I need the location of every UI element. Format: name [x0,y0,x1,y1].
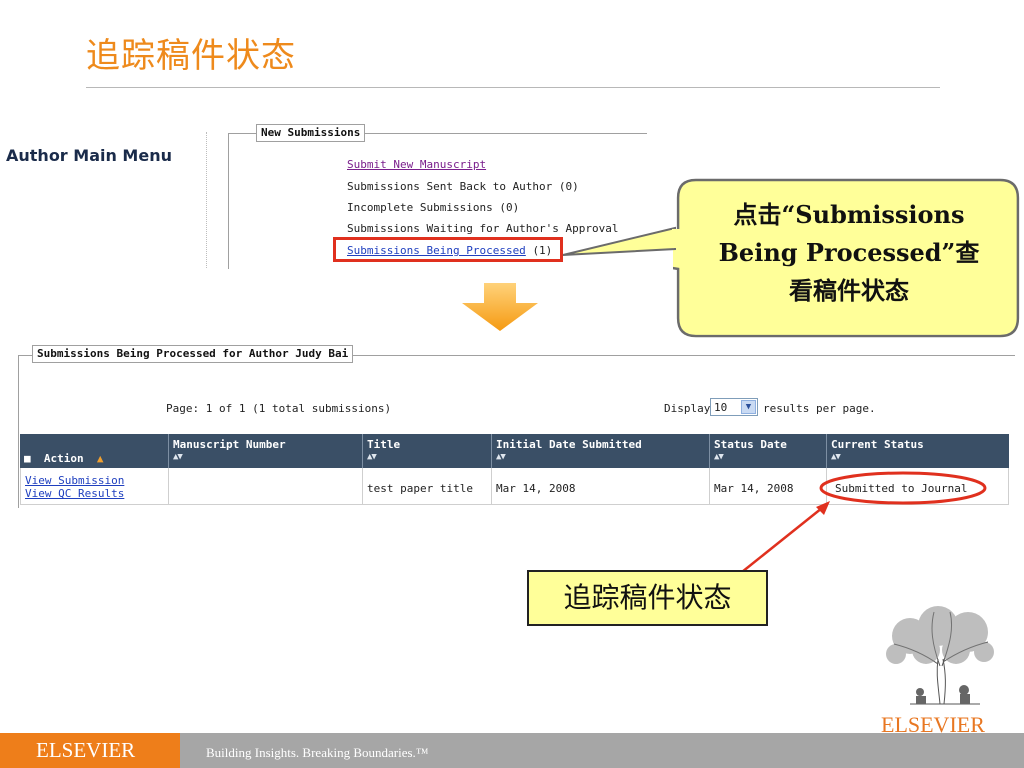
results-per-page-value: 10 [714,401,728,414]
view-submission-link[interactable]: View Submission [25,474,124,487]
sort-icon[interactable]: ▲▼ [714,452,724,462]
column-header-title[interactable]: Title ▲▼ [362,434,491,468]
column-header-action[interactable]: ■ Action ▲ [20,434,168,468]
sent-back-to-author-item: Submissions Sent Back to Author (0) [347,180,579,193]
callout-line-3: 看稿件状态 [789,276,909,305]
author-main-menu-heading: Author Main Menu [6,146,172,165]
column-header-initial-date[interactable]: Initial Date Submitted ▲▼ [491,434,709,468]
column-header-action-label: ■ Action ▲ [24,452,104,465]
red-pointer-arrow [741,501,830,573]
submit-new-manuscript-link[interactable]: Submit New Manuscript [347,158,486,172]
status-highlight-ellipse [819,471,987,505]
highlight-rectangle [333,237,563,262]
column-header-status-date[interactable]: Status Date ▲▼ [709,434,826,468]
menu-separator [206,132,207,268]
sort-icon[interactable]: ▲▼ [496,452,506,462]
sort-icon[interactable]: ▲▼ [367,452,377,462]
footer-tagline: Building Insights. Breaking Boundaries.™ [206,745,429,760]
sort-icon[interactable]: ▲▼ [831,452,841,462]
new-submissions-legend: New Submissions [256,124,366,142]
submissions-processed-legend: Submissions Being Processed for Author J… [32,345,354,363]
column-header-current-status[interactable]: Current Status ▲▼ [826,434,1009,468]
page-info: Page: 1 of 1 (1 total submissions) [166,402,392,415]
display-label: Display [664,402,711,415]
view-qc-results-link[interactable]: View QC Results [25,487,124,500]
slide-title: 追踪稿件状态 [86,36,296,76]
chevron-down-icon[interactable]: ▼ [741,400,756,414]
callout-line-2: Being Processed”查 [718,238,980,267]
title-divider [86,87,940,88]
footer-brand-text: ELSEVIER [36,738,136,762]
collapse-icon[interactable]: ■ [24,452,31,465]
title-cell: test paper title [362,468,491,504]
elsevier-tree-logo [886,606,994,705]
bottom-annotation-label: 追踪稿件状态 [527,570,768,626]
warning-triangle-icon: ▲ [96,452,104,465]
callout-line-1: 点击“Submissions [733,200,965,229]
initial-date-cell: Mar 14, 2008 [491,468,709,504]
manuscript-number-cell [168,468,362,504]
column-header-manuscript-number[interactable]: Manuscript Number ▲▼ [168,434,362,468]
results-per-page-select[interactable]: 10 ▼ [710,398,758,416]
sort-icon[interactable]: ▲▼ [173,452,183,462]
action-cell: View Submission View QC Results [20,468,168,504]
callout-text: 点击“Submissions Being Processed”查 看稿件状态 [700,196,998,310]
incomplete-submissions-item: Incomplete Submissions (0) [347,201,520,214]
callout-pointer [562,226,680,256]
down-arrow-icon [462,283,538,331]
results-per-page-label: results per page. [763,402,876,415]
